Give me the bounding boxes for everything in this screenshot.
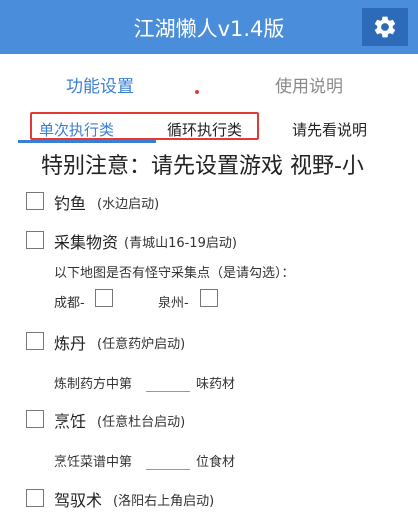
alchemy-label: 炼丹	[54, 334, 87, 353]
map-quanzhou-label: 泉州-	[158, 296, 189, 311]
map-chengdu-label: 成都-	[54, 296, 85, 311]
fishing-checkbox[interactable]	[26, 192, 44, 210]
map-chengdu-checkbox[interactable]	[95, 289, 113, 307]
cooking-label: 烹饪	[54, 412, 87, 431]
alchemy-note: (任意药炉启动)	[97, 337, 186, 352]
alchemy-number-input[interactable]	[146, 378, 190, 392]
tab-function-settings[interactable]: 功能设置	[66, 72, 134, 97]
gather-checkbox[interactable]	[26, 231, 44, 249]
gear-icon	[374, 16, 396, 38]
subtab-loop-run[interactable]: 循环执行类	[167, 119, 242, 140]
subtab-readme[interactable]: 请先看说明	[292, 119, 367, 140]
gather-prompt: 以下地图是否有怪守采集点（是请勾选）：	[54, 266, 295, 281]
alchemy-checkbox[interactable]	[26, 332, 44, 350]
title-bar: 江湖懒人v1.4版	[0, 0, 418, 54]
app-title: 江湖懒人v1.4版	[133, 17, 285, 41]
riding-checkbox[interactable]	[26, 489, 44, 507]
fishing-note: (水边启动)	[97, 197, 160, 212]
indicator-dot	[195, 90, 199, 94]
riding-label: 驾驭术	[54, 491, 103, 510]
cooking-prefix: 烹饪菜谱中第	[54, 455, 133, 470]
gather-label: 采集物资	[54, 233, 119, 252]
riding-note: (洛阳右上角启动)	[113, 494, 215, 509]
cooking-checkbox[interactable]	[26, 410, 44, 428]
cooking-number-input[interactable]	[146, 456, 190, 470]
gather-note: (青城山16-19启动)	[124, 236, 237, 251]
fishing-label: 钓鱼	[54, 194, 87, 213]
cooking-note: (任意杜台启动)	[97, 415, 186, 430]
map-quanzhou-checkbox[interactable]	[200, 289, 218, 307]
settings-button[interactable]	[362, 8, 408, 46]
active-subtab-indicator	[18, 140, 156, 143]
notice-text: 特别注意：请先设置游戏 视野-小	[41, 154, 364, 179]
subtab-single-run[interactable]: 单次执行类	[39, 119, 114, 140]
alchemy-suffix: 味药材	[196, 377, 236, 392]
tab-usage-guide[interactable]: 使用说明	[275, 72, 343, 97]
cooking-suffix: 位食材	[196, 455, 236, 470]
alchemy-prefix: 炼制药方中第	[54, 377, 133, 392]
